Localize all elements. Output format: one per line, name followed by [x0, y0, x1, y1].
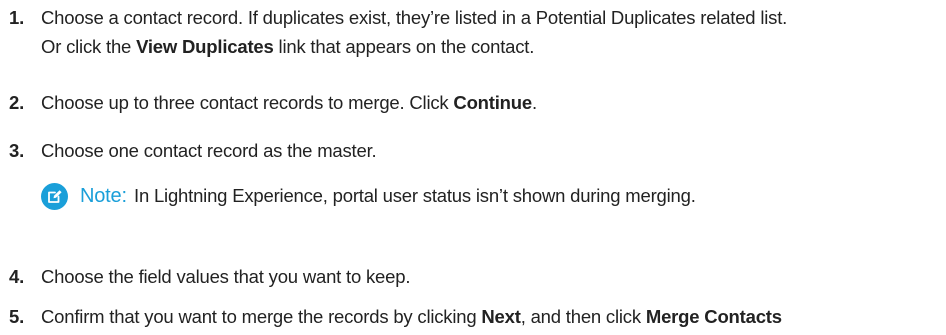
step-text: Choose one contact record as the master. — [41, 140, 377, 161]
next-button-name: Next — [481, 306, 521, 327]
step-text-segment: Choose up to three contact records to me… — [41, 92, 454, 113]
note-label: Note: — [80, 185, 127, 207]
step-text-segment: Or click the — [41, 36, 137, 57]
note-text: In Lightning Experience, portal user sta… — [134, 185, 696, 206]
view-duplicates-link-name: View Duplicates — [136, 36, 274, 57]
step-number: 4. — [9, 266, 25, 287]
step-number: 5. — [9, 306, 25, 327]
step-text-segment: link that appears on the contact. — [273, 36, 535, 57]
step-text-segment: Confirm that you want to merge the recor… — [41, 306, 482, 327]
edit-note-icon-graphic — [41, 183, 68, 210]
step-text: Choose a contact record. If duplicates e… — [41, 3, 787, 61]
step-number: 1. — [9, 7, 25, 28]
step-text: Choose up to three contact records to me… — [41, 88, 537, 117]
step-text-segment: . — [531, 92, 537, 113]
step-line-2: Or click the View Duplicates link that a… — [41, 32, 787, 61]
step-number: 3. — [9, 140, 25, 161]
step-number: 2. — [9, 92, 25, 113]
step-text: Choose the field values that you want to… — [41, 266, 411, 287]
edit-note-icon — [41, 183, 68, 210]
step-text-segment: , and then click — [520, 306, 646, 327]
merge-contacts-button-name: Merge Contacts — [645, 306, 782, 327]
step-line-1: Choose a contact record. If duplicates e… — [41, 7, 788, 28]
continue-button-name: Continue — [453, 92, 532, 113]
step-text: Confirm that you want to merge the recor… — [41, 302, 782, 331]
instruction-document: 1. Choose a contact record. If duplicate… — [0, 0, 946, 335]
